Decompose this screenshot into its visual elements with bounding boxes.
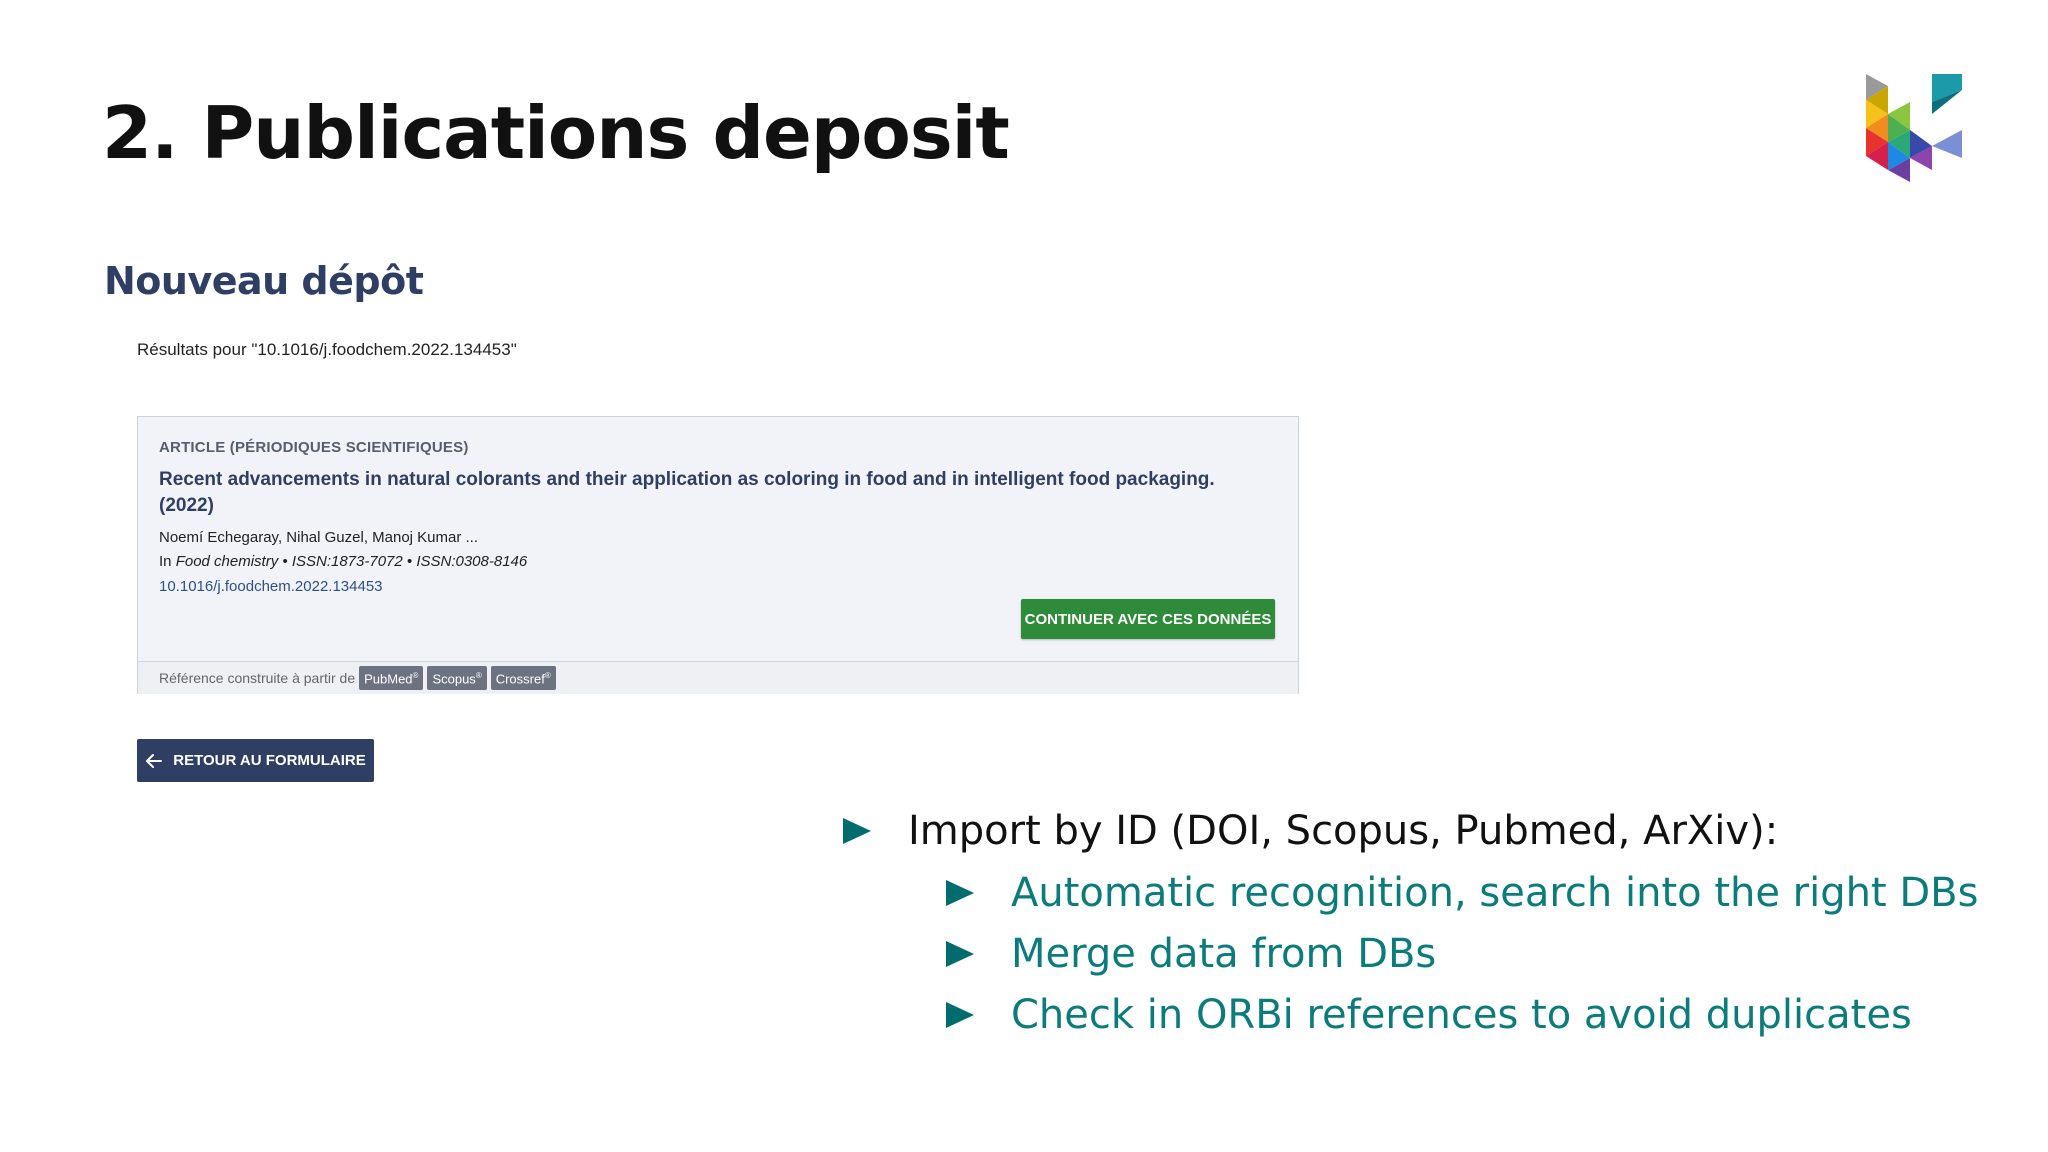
- source-badge-crossref: Crossref®: [490, 666, 556, 690]
- triangle-bullet-icon: [946, 880, 974, 906]
- arrow-left-icon: [146, 753, 163, 768]
- continue-button[interactable]: CONTINUER AVEC CES DONNÉES: [1021, 599, 1275, 639]
- bullet-main: Import by ID (DOI, Scopus, Pubmed, ArXiv…: [843, 808, 1778, 854]
- results-summary: Résultats pour "10.1016/j.foodchem.2022.…: [137, 340, 517, 359]
- result-card: ARTICLE (PÉRIODIQUES SCIENTIFIQUES) Rece…: [137, 416, 1299, 694]
- triangle-bullet-icon: [843, 818, 871, 844]
- bullet-sub-text: Merge data from DBs: [1011, 931, 1437, 977]
- bullet-sub-3: Check in ORBi references to avoid duplic…: [946, 992, 1912, 1038]
- bullet-sub-text: Check in ORBi references to avoid duplic…: [1011, 992, 1912, 1038]
- page-heading: Nouveau dépôt: [104, 259, 424, 303]
- bullet-sub-text: Automatic recognition, search into the r…: [1011, 870, 1979, 916]
- publication-type: ARTICLE (PÉRIODIQUES SCIENTIFIQUES): [159, 439, 469, 456]
- source-badge-pubmed: PubMed®: [359, 666, 424, 690]
- issn-info: • ISSN:1873-7072 • ISSN:0308-8146: [282, 553, 528, 570]
- back-button-label: RETOUR AU FORMULAIRE: [173, 752, 366, 769]
- publication-source: In Food chemistry • ISSN:1873-7072 • ISS…: [159, 553, 527, 570]
- source-badge-scopus: Scopus®: [427, 666, 487, 690]
- triangle-bullet-icon: [946, 1002, 974, 1028]
- back-to-form-button[interactable]: RETOUR AU FORMULAIRE: [137, 739, 374, 782]
- bullet-main-text: Import by ID (DOI, Scopus, Pubmed, ArXiv…: [908, 808, 1779, 854]
- university-logo: [1866, 74, 1962, 182]
- source-prefix: In: [159, 553, 172, 570]
- bullet-sub-1: Automatic recognition, search into the r…: [946, 870, 1978, 916]
- doi-link[interactable]: 10.1016/j.foodchem.2022.134453: [159, 578, 383, 595]
- triangle-bullet-icon: [946, 941, 974, 967]
- publication-authors: Noemí Echegaray, Nihal Guzel, Manoj Kuma…: [159, 529, 479, 546]
- reference-sources: Référence construite à partir de PubMed®…: [138, 661, 1298, 694]
- reference-label: Référence construite à partir de: [159, 670, 356, 686]
- publication-title: Recent advancements in natural colorants…: [159, 469, 1215, 516]
- slide-title: 2. Publications deposit: [102, 91, 1010, 175]
- journal-name: Food chemistry: [175, 553, 279, 570]
- bullet-sub-2: Merge data from DBs: [946, 931, 1436, 977]
